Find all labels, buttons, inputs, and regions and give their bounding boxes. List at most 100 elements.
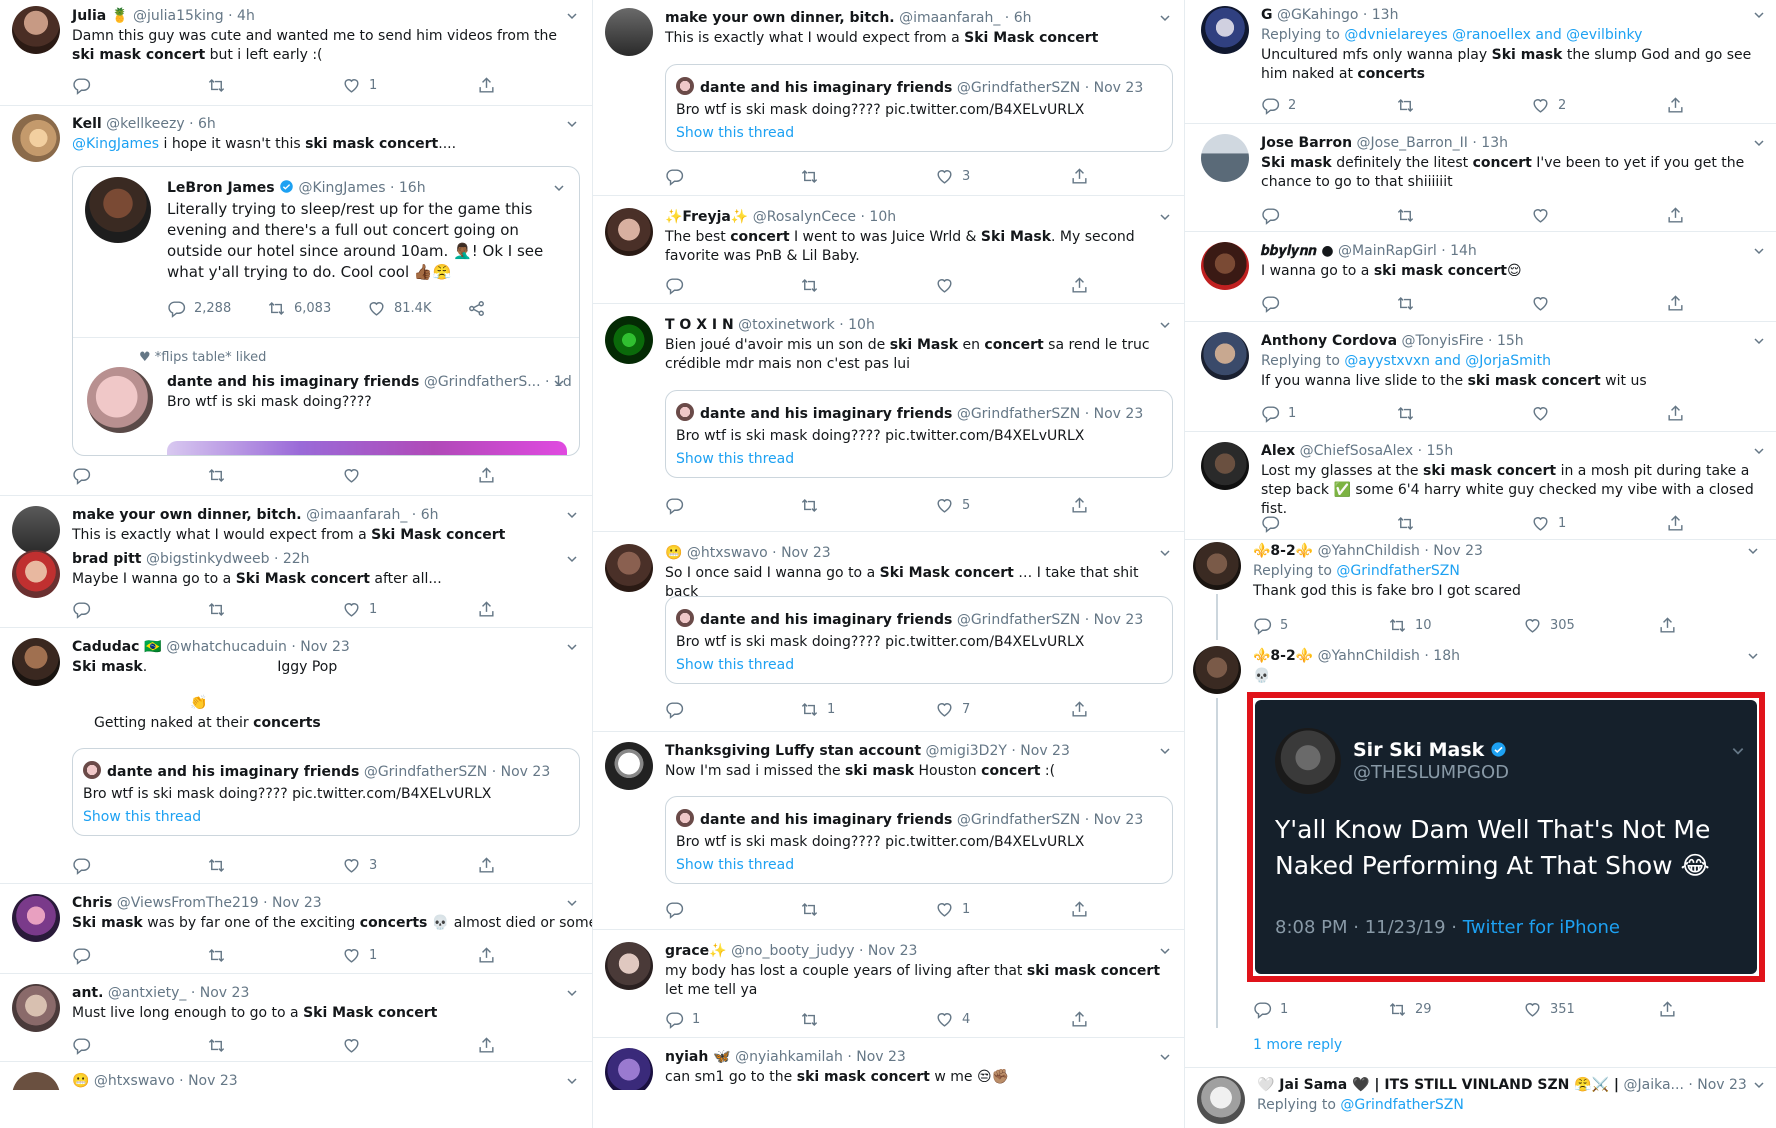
author-name[interactable]: dante and his imaginary friends	[700, 80, 952, 96]
tweet-cadudac[interactable]: Cadudac 🇧🇷 @whatchucaduin · Nov 23 Ski m…	[0, 628, 592, 884]
author-handle[interactable]: @YahnChildish	[1318, 543, 1420, 559]
avatar[interactable]	[1201, 6, 1249, 54]
author-handle[interactable]: @KingJames	[298, 180, 385, 196]
tweet-time[interactable]: · Nov 23	[1085, 80, 1144, 96]
avatar[interactable]	[1201, 442, 1249, 490]
avatar[interactable]	[87, 367, 153, 433]
retweet-button[interactable]	[207, 944, 234, 966]
reply-mentions-link[interactable]: @GrindfatherSZN	[1336, 563, 1459, 579]
tweet-alex[interactable]: Alex @ChiefSosaAlex · 15h Lost my glasse…	[1185, 432, 1776, 540]
author-handle[interactable]: @whatchucaduin	[166, 639, 287, 655]
tweet-time[interactable]: · Nov 23	[772, 545, 831, 561]
chevron-down-icon[interactable]	[1159, 12, 1171, 24]
retweet-button[interactable]	[1396, 94, 1423, 116]
author-handle[interactable]: @Jaika...	[1624, 1077, 1684, 1093]
author-name[interactable]: brad pitt	[72, 551, 141, 567]
author-handle[interactable]: @GrindfatherSZN	[957, 812, 1080, 828]
retweet-button[interactable]	[1396, 292, 1423, 314]
author-handle[interactable]: @GrindfatherSZN	[957, 406, 1080, 422]
author-name[interactable]: 𝒃𝒃𝒚𝒍𝒚𝒏𝒏 ●	[1261, 243, 1334, 259]
avatar[interactable]	[12, 550, 60, 598]
author-name[interactable]: T O X I N	[665, 317, 734, 333]
share-button[interactable]	[467, 297, 494, 319]
avatar[interactable]	[676, 403, 694, 421]
avatar[interactable]	[1193, 542, 1241, 590]
tweet-time[interactable]: · Nov 23	[191, 985, 250, 1001]
chevron-down-icon[interactable]	[553, 182, 565, 194]
reply-button[interactable]	[665, 274, 692, 296]
avatar[interactable]	[676, 809, 694, 827]
tweet-htxswavo[interactable]: 😬 @htxswavo · Nov 23	[0, 1062, 592, 1120]
reply-button[interactable]	[665, 494, 692, 516]
tweet-nyiah[interactable]: nyiah 🦋 @nyiahkamilah · Nov 23 can sm1 g…	[593, 1038, 1184, 1096]
tweet-time[interactable]: · Nov 23	[859, 943, 918, 959]
chevron-down-icon[interactable]	[1159, 945, 1171, 957]
show-thread-link[interactable]: Show this thread	[676, 857, 794, 873]
tweet-time[interactable]: · 13h	[1472, 135, 1508, 151]
author-name[interactable]: G	[1261, 7, 1273, 23]
author-name[interactable]: nyiah 🦋	[665, 1049, 731, 1065]
author-handle[interactable]: @GrindfatherSZN	[957, 612, 1080, 628]
avatar[interactable]	[12, 6, 60, 54]
chevron-down-icon[interactable]	[566, 641, 578, 653]
like-button[interactable]: 5	[935, 494, 970, 516]
like-button[interactable]	[1531, 292, 1558, 314]
share-button[interactable]	[1070, 165, 1097, 187]
like-button[interactable]	[342, 1034, 369, 1056]
chevron-down-icon[interactable]	[1159, 547, 1171, 559]
tweet-time[interactable]: · Nov 23	[1688, 1077, 1747, 1093]
embedded-tweet-lebron[interactable]: LeBron James @KingJames · 16h Literally …	[72, 166, 580, 456]
reply-button[interactable]	[72, 464, 99, 486]
like-button[interactable]: 4	[935, 1008, 970, 1030]
chevron-down-icon[interactable]	[1753, 137, 1765, 149]
avatar[interactable]	[676, 77, 694, 95]
tweet-time[interactable]: · 10h	[861, 209, 897, 225]
avatar[interactable]	[605, 942, 653, 990]
tweet-jai-sama[interactable]: 🤍 Jai Sama 🖤 | ITS STILL VINLAND SZN 😤⚔️…	[1185, 1068, 1776, 1128]
chevron-down-icon[interactable]	[1159, 319, 1171, 331]
author-handle[interactable]: @toxinetwork	[738, 317, 835, 333]
tweet-make-your-own-dinner[interactable]: make your own dinner, bitch. @imaanfarah…	[0, 496, 592, 554]
author-handle[interactable]: @TonyisFire	[1402, 333, 1484, 349]
share-button[interactable]	[1070, 274, 1097, 296]
media-preview[interactable]	[167, 441, 567, 455]
share-button[interactable]	[1658, 614, 1685, 636]
author-handle[interactable]: @GrindfatherSZN	[957, 80, 1080, 96]
avatar[interactable]	[605, 316, 653, 364]
tweet-time[interactable]: · Nov 23	[263, 895, 322, 911]
retweet-button[interactable]: 1	[800, 698, 835, 720]
tweet-jose-barron[interactable]: Jose Barron @Jose_Barron_II · 13h Ski ma…	[1185, 124, 1776, 232]
author-handle[interactable]: @migi3D2Y	[925, 743, 1006, 759]
reply-button[interactable]	[72, 944, 99, 966]
author-handle[interactable]: @htxswavo	[687, 545, 768, 561]
reply-mentions-link[interactable]: @ayystxvxn and @JorjaSmith	[1344, 353, 1551, 369]
avatar[interactable]	[12, 894, 60, 942]
chevron-down-icon[interactable]	[1753, 445, 1765, 457]
quoted-tweet[interactable]: dante and his imaginary friends @Grindfa…	[665, 596, 1173, 684]
author-name[interactable]: ⚜️8-2⚜️	[1253, 648, 1313, 664]
avatar[interactable]	[83, 761, 101, 779]
author-handle[interactable]: @antxiety_	[108, 985, 187, 1001]
tweet-time[interactable]: · 18h	[1424, 648, 1460, 664]
author-name[interactable]: grace✨	[665, 943, 727, 959]
tweet-kell[interactable]: Kell @kellkeezy · 6h @KingJames i hope i…	[0, 106, 592, 496]
author-handle[interactable]: @no_booty_judyy	[731, 943, 854, 959]
avatar[interactable]	[1201, 134, 1249, 182]
like-button[interactable]: 81.4K	[367, 297, 431, 319]
reply-button[interactable]	[1261, 512, 1288, 534]
like-button[interactable]: 7	[935, 698, 970, 720]
like-button[interactable]: 1	[1531, 512, 1566, 534]
reply-mentions-link[interactable]: @GrindfatherSZN	[1340, 1097, 1463, 1113]
avatar[interactable]	[1201, 332, 1249, 380]
retweet-button[interactable]	[207, 464, 234, 486]
more-replies-link[interactable]: 1 more reply	[1253, 1036, 1342, 1055]
reply-button[interactable]	[665, 698, 692, 720]
tweet-toxin[interactable]: T O X I N @toxinetwork · 10h Bien joué d…	[593, 304, 1184, 532]
tweet-freyja[interactable]: ✨Freyja✨ @RosalynCece · 10h The best con…	[593, 196, 1184, 304]
share-button[interactable]	[477, 464, 504, 486]
retweet-button[interactable]	[800, 1008, 827, 1030]
avatar[interactable]	[12, 638, 60, 686]
chevron-down-icon[interactable]	[566, 553, 578, 565]
author-handle[interactable]: @imaanfarah_	[306, 507, 407, 523]
author-handle[interactable]: @htxswavo	[94, 1073, 175, 1089]
